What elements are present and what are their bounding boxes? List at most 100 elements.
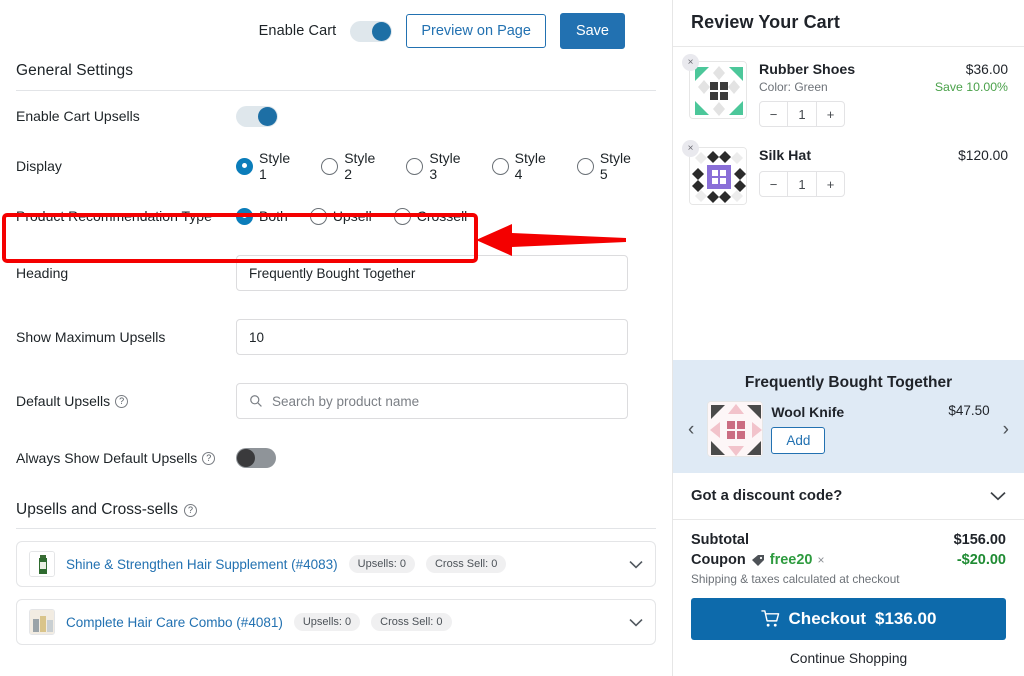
cross-sell-count-chip: Cross Sell: 0	[371, 613, 452, 631]
subtotal-label: Subtotal	[691, 532, 749, 548]
default-upsells-row: Default Upsells ? Search by product name	[0, 369, 672, 433]
continue-shopping-link[interactable]: Continue Shopping	[673, 640, 1024, 676]
max-upsells-label: Show Maximum Upsells	[16, 329, 166, 345]
chevron-down-icon[interactable]	[629, 560, 643, 569]
fbt-carousel: ‹ Wool Knife Add $47.50 ›	[683, 401, 1014, 457]
product-name-link[interactable]: Complete Hair Care Combo (#4081)	[66, 615, 283, 630]
fbt-product-price: $47.50	[948, 403, 990, 418]
checkout-amount: $136.00	[875, 609, 937, 628]
subtotal-value: $156.00	[953, 532, 1006, 548]
settings-pane: Enable Cart Preview on Page Save General…	[0, 0, 672, 676]
product-name-link[interactable]: Shine & Strengthen Hair Supplement (#408…	[66, 557, 338, 572]
radio-label: Upsell	[332, 208, 372, 224]
radio-label: Both	[259, 208, 288, 224]
fbt-product-name: Wool Knife	[771, 404, 845, 420]
help-icon[interactable]: ?	[183, 503, 197, 517]
quantity-decrease-button[interactable]: −	[760, 172, 787, 196]
product-recommendation-type-label: Product Recommendation Type	[16, 208, 212, 224]
radio-icon	[406, 157, 424, 175]
enable-cart-label: Enable Cart	[258, 23, 337, 39]
heading-input[interactable]: Frequently Bought Together	[236, 255, 628, 291]
cart-item-thumb-wrap: ×	[682, 140, 747, 205]
discount-code-row[interactable]: Got a discount code?	[673, 473, 1024, 520]
shipping-note: Shipping & taxes calculated at checkout	[691, 572, 900, 586]
frequently-bought-together-section: Frequently Bought Together ‹ Wool Knife …	[673, 360, 1024, 473]
help-icon[interactable]: ?	[202, 451, 216, 465]
quantity-decrease-button[interactable]: −	[760, 102, 787, 126]
product-row[interactable]: Shine & Strengthen Hair Supplement (#408…	[16, 541, 656, 587]
enable-cart-upsells-label: Enable Cart Upsells	[16, 108, 140, 124]
enable-cart-upsells-toggle[interactable]	[236, 105, 278, 127]
recommendation-type-radio-group: Both Upsell Crossell	[236, 207, 483, 225]
search-placeholder: Search by product name	[272, 393, 420, 409]
display-option-style-1[interactable]: Style 1	[236, 150, 299, 182]
cart-item: ×	[682, 140, 1008, 211]
cart-item-variant: Color: Green	[759, 80, 828, 94]
heading-row: Heading Frequently Bought Together	[0, 241, 672, 305]
default-upsells-label: Default Upsells ?	[16, 393, 236, 409]
remove-item-icon[interactable]: ×	[682, 54, 699, 71]
enable-cart-upsells-row: Enable Cart Upsells	[0, 91, 672, 141]
display-option-style-4[interactable]: Style 4	[491, 150, 555, 182]
display-label: Display	[16, 158, 62, 174]
recommendation-option-crossell[interactable]: Crossell	[393, 207, 467, 225]
display-option-style-5[interactable]: Style 5	[576, 150, 640, 182]
cart-item-pricing: $120.00	[958, 147, 1008, 205]
cart-icon	[760, 610, 779, 627]
fbt-add-button[interactable]: Add	[771, 427, 826, 454]
upsells-count-chip: Upsells: 0	[348, 555, 415, 573]
save-button[interactable]: Save	[559, 12, 625, 50]
general-settings-title: General Settings	[16, 62, 134, 79]
coupon-row: Coupon free20 × -$20.00	[691, 552, 1006, 568]
carousel-next-icon[interactable]: ›	[998, 420, 1014, 439]
radio-icon	[236, 157, 253, 175]
display-option-style-2[interactable]: Style 2	[321, 150, 384, 182]
quantity-stepper: − 1 +	[759, 171, 845, 197]
cart-item-price: $36.00	[965, 62, 1008, 77]
hair-care-combo-icon	[30, 610, 54, 634]
upsells-count-chip: Upsells: 0	[293, 613, 361, 631]
quantity-increase-button[interactable]: +	[817, 102, 844, 126]
cart-items-list: × Rubber Shoes Color: Green − 1 + $36.00…	[673, 47, 1024, 211]
radio-icon	[309, 207, 327, 225]
radio-icon	[321, 157, 339, 175]
coupon-code: free20	[769, 552, 813, 568]
quantity-value[interactable]: 1	[787, 172, 817, 196]
cart-item-savings: Save 10.00%	[934, 80, 1008, 94]
cart-title: Review Your Cart	[691, 12, 840, 32]
max-upsells-input[interactable]: 10	[236, 319, 628, 355]
heading-label: Heading	[16, 265, 69, 281]
chevron-down-icon[interactable]	[629, 618, 643, 627]
always-show-default-upsells-row: Always Show Default Upsells ?	[0, 433, 672, 483]
recommendation-option-upsell[interactable]: Upsell	[309, 207, 372, 225]
preview-on-page-button[interactable]: Preview on Page	[406, 13, 546, 49]
default-upsells-search-input[interactable]: Search by product name	[236, 383, 628, 419]
cart-totals: Subtotal $156.00 Coupon free20 × -$20.00…	[673, 520, 1024, 586]
display-option-style-3[interactable]: Style 3	[406, 150, 469, 182]
rubber-shoes-placeholder-icon	[690, 62, 746, 118]
display-row: Display Style 1 Style 2 Style 3 Style 4 …	[0, 141, 672, 191]
upsells-cross-sells-title-text: Upsells and Cross-sells	[16, 501, 178, 518]
quantity-value[interactable]: 1	[787, 102, 817, 126]
enable-cart-toggle[interactable]	[350, 20, 393, 42]
upsells-cross-sells-title: Upsells and Cross-sells ?	[0, 483, 672, 528]
coupon-label: Coupon	[691, 552, 746, 568]
checkout-button[interactable]: Checkout $136.00	[691, 598, 1006, 640]
carousel-prev-icon[interactable]: ‹	[683, 420, 699, 439]
cart-item-price: $120.00	[958, 148, 1008, 163]
wool-knife-placeholder-icon	[708, 402, 763, 456]
radio-label: Style 1	[259, 150, 291, 182]
radio-icon	[491, 157, 509, 175]
product-row[interactable]: Complete Hair Care Combo (#4081) Upsells…	[16, 599, 656, 645]
cart-item: ×	[682, 54, 1008, 133]
product-thumbnail	[29, 551, 55, 577]
help-icon[interactable]: ?	[115, 394, 129, 408]
coupon-line: Coupon free20 ×	[691, 552, 825, 568]
remove-coupon-icon[interactable]: ×	[818, 553, 825, 567]
remove-item-icon[interactable]: ×	[682, 140, 699, 157]
quantity-increase-button[interactable]: +	[817, 172, 844, 196]
always-show-default-upsells-toggle[interactable]	[236, 448, 276, 468]
radio-label: Style 4	[514, 150, 546, 182]
recommendation-option-both[interactable]: Both	[236, 207, 288, 225]
chevron-down-icon[interactable]	[990, 491, 1006, 501]
